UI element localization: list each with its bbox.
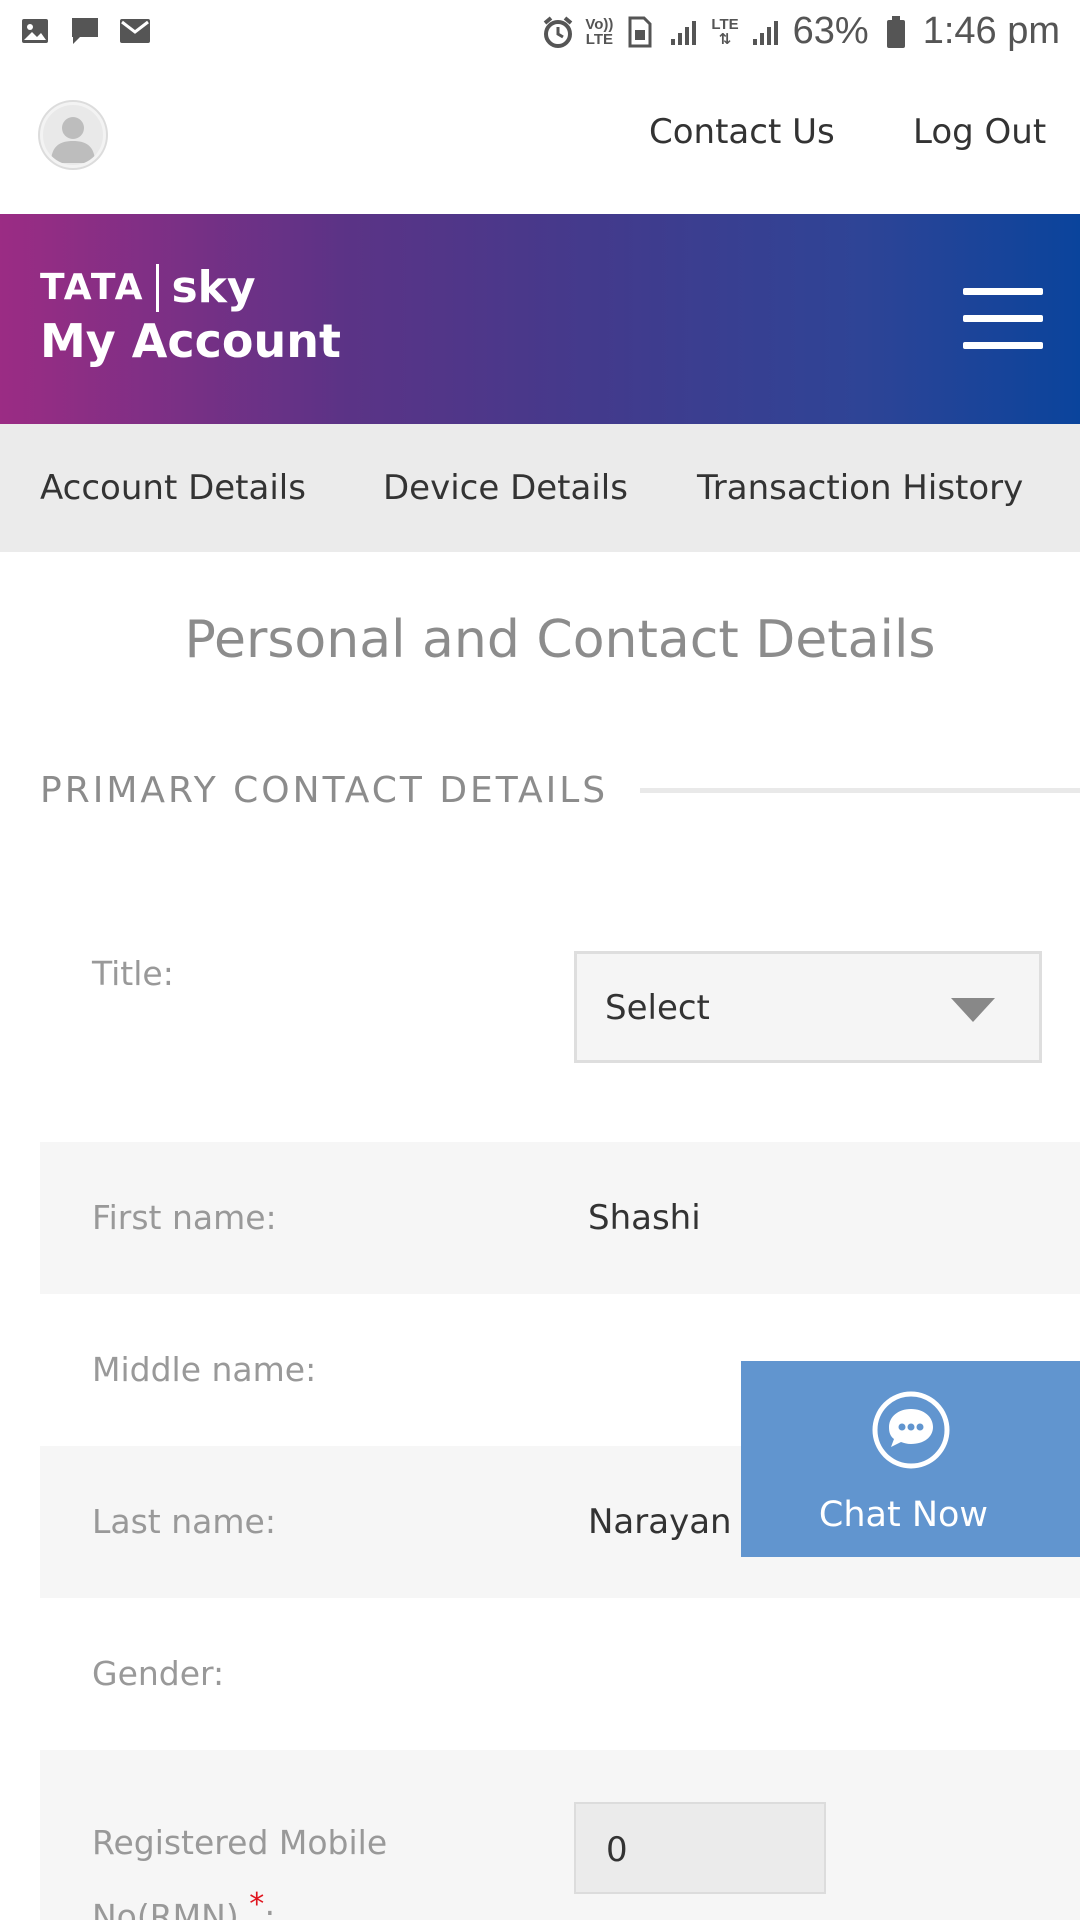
chat-bubble-dots-icon xyxy=(872,1391,950,1469)
brand-banner: TATA sky My Account xyxy=(0,214,1080,424)
contact-us-link[interactable]: Contact Us xyxy=(649,112,835,152)
page-title: Personal and Contact Details xyxy=(184,610,936,670)
title-select-value: Select xyxy=(605,988,710,1028)
rmn-label-line1: Registered Mobile xyxy=(92,1823,388,1862)
chat-now-button[interactable]: Chat Now xyxy=(741,1361,1080,1557)
notification-icons xyxy=(18,14,152,48)
battery-percent: 63% xyxy=(792,10,869,52)
volte-bottom-text: LTE xyxy=(585,30,613,48)
signal-icon xyxy=(749,15,783,49)
last-name-value: Narayan xyxy=(588,1502,732,1542)
chat-bubble-icon xyxy=(68,14,102,48)
rmn-label-line2: No(RMN) xyxy=(92,1897,239,1920)
sim-icon xyxy=(623,15,657,49)
first-name-value: Shashi xyxy=(588,1198,701,1238)
hamburger-menu-icon[interactable] xyxy=(963,288,1043,350)
menu-bar xyxy=(963,342,1043,349)
lte-icon: LTE ⇅ xyxy=(711,15,739,48)
title-label: Title: xyxy=(92,954,174,993)
first-name-label: First name: xyxy=(92,1198,277,1237)
mail-icon xyxy=(118,14,152,48)
logo-divider xyxy=(156,263,160,312)
middle-name-label: Middle name: xyxy=(92,1350,317,1389)
alarm-icon xyxy=(541,15,575,49)
section-divider xyxy=(640,788,1080,793)
user-avatar-icon[interactable] xyxy=(40,102,106,168)
section-heading: PRIMARY CONTACT DETAILS xyxy=(40,770,609,811)
menu-bar xyxy=(963,315,1043,322)
tab-device-details[interactable]: Device Details xyxy=(383,468,628,508)
tab-transaction-history[interactable]: Transaction History xyxy=(697,468,1023,508)
title-select[interactable]: Select xyxy=(574,951,1042,1063)
form-row-first-name: First name: Shashi xyxy=(40,1142,1080,1294)
rmn-input-value: 0 xyxy=(606,1830,628,1870)
chat-now-label: Chat Now xyxy=(818,1495,989,1535)
system-status: Vo)) LTE LTE ⇅ 63% 1:46 pm xyxy=(541,10,1060,53)
volte-icon: Vo)) LTE xyxy=(585,17,613,47)
signal-icon xyxy=(667,15,701,49)
rmn-label-colon: : xyxy=(264,1897,276,1920)
logo-sky-text: sky xyxy=(171,262,256,313)
lte-text: LTE xyxy=(711,15,739,33)
account-tabs: Account Details Device Details Transacti… xyxy=(0,424,1080,552)
tab-account-details[interactable]: Account Details xyxy=(40,468,306,508)
rmn-input[interactable]: 0 xyxy=(574,1802,826,1894)
log-out-link[interactable]: Log Out xyxy=(913,112,1046,152)
form-row-rmn: Registered Mobile No(RMN) *: xyxy=(40,1750,1080,1920)
rmn-label: Registered Mobile No(RMN) *: xyxy=(92,1806,387,1920)
clock: 1:46 pm xyxy=(922,10,1060,52)
tata-sky-logo[interactable]: TATA sky xyxy=(40,262,256,313)
menu-bar xyxy=(963,288,1043,295)
gender-label: Gender: xyxy=(92,1654,225,1693)
last-name-label: Last name: xyxy=(92,1502,276,1541)
chevron-down-icon xyxy=(951,998,995,1022)
battery-icon xyxy=(879,15,913,49)
required-marker: * xyxy=(249,1887,265,1920)
image-icon xyxy=(18,14,52,48)
top-header: Contact Us Log Out xyxy=(0,64,1080,214)
form-row-gender: Gender: xyxy=(40,1598,1080,1750)
my-account-title: My Account xyxy=(40,314,341,368)
status-bar: Vo)) LTE LTE ⇅ 63% 1:46 pm xyxy=(0,0,1080,64)
logo-tata-text: TATA xyxy=(40,267,145,308)
